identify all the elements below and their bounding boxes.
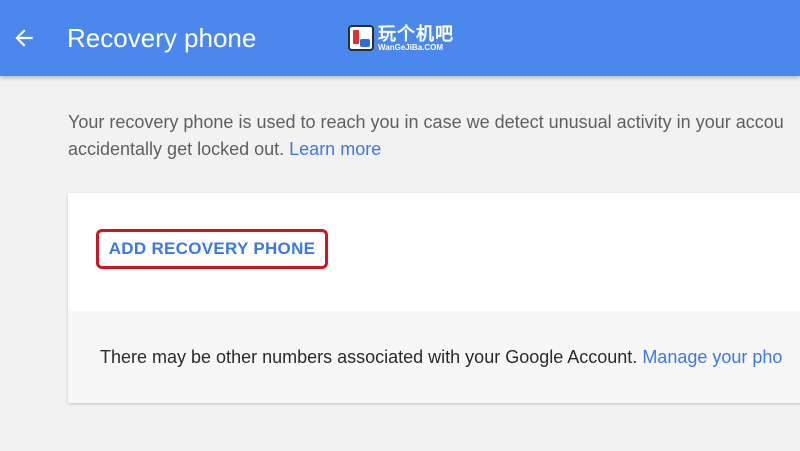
watermark-main-text: 玩个机吧 xyxy=(378,24,454,44)
app-bar: Recovery phone 玩个机吧 WanGeJiBa.COM xyxy=(0,0,800,76)
watermark-sub-text: WanGeJiBa.COM xyxy=(378,43,444,52)
note-text: There may be other numbers associated wi… xyxy=(100,347,638,367)
intro-text: Your recovery phone is used to reach you… xyxy=(68,109,800,163)
other-numbers-note: There may be other numbers associated wi… xyxy=(100,345,782,369)
intro-line-1: Your recovery phone is used to reach you… xyxy=(68,112,784,132)
intro-line-2: accidentally get locked out. xyxy=(68,139,285,159)
page-title: Recovery phone xyxy=(67,23,257,53)
arrow-back-icon xyxy=(15,29,33,47)
add-recovery-phone-button[interactable]: ADD RECOVERY PHONE xyxy=(96,229,328,269)
watermark-icon xyxy=(348,25,374,51)
recovery-phone-card: ADD RECOVERY PHONE There may be other nu… xyxy=(68,193,800,403)
learn-more-link[interactable]: Learn more xyxy=(289,139,381,159)
watermark-logo: 玩个机吧 WanGeJiBa.COM xyxy=(348,25,454,53)
back-button[interactable] xyxy=(8,21,40,55)
manage-phone-link[interactable]: Manage your pho xyxy=(642,347,782,367)
